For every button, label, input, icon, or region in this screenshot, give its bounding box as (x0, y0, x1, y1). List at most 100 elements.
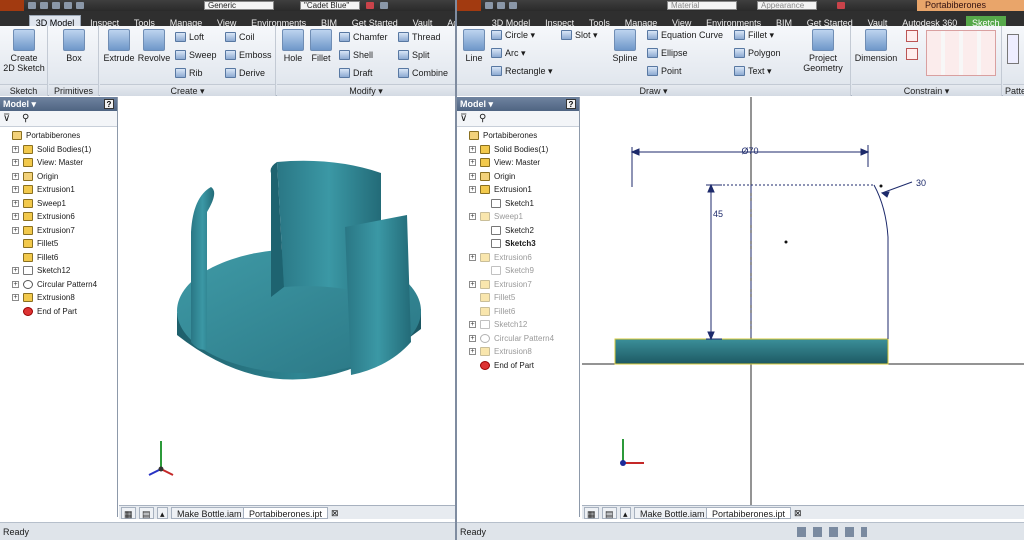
dimension-diameter-label[interactable]: Ø70 (741, 146, 758, 156)
expand-toggle-icon[interactable]: + (12, 294, 19, 301)
tab-bim[interactable]: BIM (770, 16, 798, 26)
show-constraints-icon[interactable] (906, 48, 918, 60)
loft-button[interactable]: Loft (175, 30, 204, 44)
status-tools-icons[interactable] (797, 527, 867, 537)
create-2d-sketch-button[interactable]: Create 2D Sketch (2, 29, 46, 73)
tree-item[interactable]: + Sweep1 (457, 210, 579, 224)
tile-windows-icon[interactable]: ▦ (121, 507, 136, 519)
expand-toggle-icon[interactable]: + (469, 334, 476, 342)
sweep-button[interactable]: Sweep (175, 48, 217, 62)
open-icon[interactable] (40, 2, 48, 9)
inventor-logo-icon[interactable] (457, 0, 481, 11)
tab-vault[interactable]: Vault (407, 16, 439, 26)
doc-tab-portabiberones[interactable]: Portabiberones.ipt (243, 507, 329, 519)
tree-item[interactable]: Sketch2 (457, 224, 579, 238)
point-button[interactable]: Point (647, 64, 682, 78)
spline-button[interactable]: Spline (607, 29, 643, 63)
application-menu[interactable] (0, 11, 26, 26)
tree-item[interactable]: Fillet6 (457, 305, 579, 319)
base-extrusion[interactable] (614, 338, 889, 365)
material-dropdown[interactable]: Generic (204, 1, 274, 10)
tree-item[interactable]: + Circular Pattern4 (457, 332, 579, 346)
document-list-icon[interactable]: ▴ (620, 507, 631, 519)
arc-button[interactable]: Arc ▾ (491, 46, 526, 60)
graphics-window[interactable] (119, 97, 455, 505)
browser-title[interactable]: Model ▾ (460, 99, 493, 109)
appearance-dropdown[interactable]: Appearance (757, 1, 817, 10)
expand-toggle-icon[interactable]: + (469, 145, 476, 153)
doc-tab-portabiberones[interactable]: Portabiberones.ipt (706, 507, 792, 519)
tab-view[interactable]: View (666, 16, 697, 26)
equation-curve-button[interactable]: Equation Curve (647, 28, 723, 42)
modify-panel-label[interactable]: Modify ▾ (277, 84, 455, 96)
tree-item[interactable]: Sketch9 (457, 264, 579, 278)
expand-toggle-icon[interactable]: + (469, 172, 476, 180)
shell-button[interactable]: Shell (339, 48, 373, 62)
tab-vault[interactable]: Vault (862, 16, 894, 26)
tree-item[interactable]: + Origin (457, 170, 579, 184)
tab-get-started[interactable]: Get Started (346, 16, 404, 26)
tab-sketch[interactable]: Sketch (966, 16, 1006, 26)
appearance-dropdown[interactable]: "Cadet Blue" (300, 1, 360, 10)
polygon-button[interactable]: Polygon (734, 46, 781, 60)
help-icon[interactable]: ? (566, 99, 576, 109)
emboss-button[interactable]: Emboss (225, 48, 272, 62)
expand-toggle-icon[interactable]: + (469, 253, 476, 261)
tab-inspect[interactable]: Inspect (84, 16, 125, 26)
cascade-windows-icon[interactable]: ▤ (602, 507, 617, 519)
tree-item[interactable]: + View: Master (457, 156, 579, 170)
tree-item[interactable]: Fillet6 (0, 251, 117, 265)
inventor-logo-icon[interactable] (0, 0, 24, 11)
expand-toggle-icon[interactable]: + (12, 280, 19, 288)
tree-item[interactable]: Portabiberones (0, 129, 117, 143)
tab-tools[interactable]: Tools (583, 16, 616, 26)
tab-tools[interactable]: Tools (128, 16, 161, 26)
tab-get-started[interactable]: Get Started (801, 16, 859, 26)
revolve-button[interactable]: Revolve (136, 29, 172, 63)
ellipse-button[interactable]: Ellipse (647, 46, 688, 60)
clear-appearance-icon[interactable] (380, 2, 388, 9)
expand-toggle-icon[interactable]: + (469, 186, 476, 193)
tab-inspect[interactable]: Inspect (539, 16, 580, 26)
rectangle-button[interactable]: Rectangle ▾ (491, 64, 553, 78)
tree-item[interactable]: + Solid Bodies(1) (0, 143, 117, 157)
tree-item[interactable]: End of Part (0, 305, 117, 319)
chamfer-button[interactable]: Chamfer (339, 30, 388, 44)
tree-item[interactable]: Portabiberones (457, 129, 579, 143)
combine-button[interactable]: Combine (398, 66, 448, 80)
filter-icon[interactable]: ⊽ (3, 113, 10, 124)
expand-toggle-icon[interactable]: + (469, 348, 476, 355)
tree-item[interactable]: + Extrusion7 (0, 224, 117, 238)
expand-toggle-icon[interactable]: + (469, 280, 476, 288)
close-tab-icon[interactable]: ⊠ (792, 507, 804, 519)
browser-title[interactable]: Model ▾ (3, 99, 36, 109)
tree-item[interactable]: + Extrusion1 (457, 183, 579, 197)
tree-item[interactable]: + Solid Bodies(1) (457, 143, 579, 157)
sketch-canvas[interactable]: Ø70 45 30 (582, 97, 1024, 505)
expand-toggle-icon[interactable]: + (469, 213, 476, 220)
derive-button[interactable]: Derive (225, 66, 265, 80)
tree-item[interactable]: Sketch1 (457, 197, 579, 211)
model-part[interactable] (177, 160, 421, 380)
find-icon[interactable]: ⚲ (479, 113, 486, 124)
coil-button[interactable]: Coil (225, 30, 255, 44)
box-button[interactable]: Box (54, 29, 94, 63)
tree-item[interactable]: + Extrusion1 (0, 183, 117, 197)
draw-panel-label[interactable]: Draw ▾ (457, 84, 850, 96)
tree-item[interactable]: + View: Master (0, 156, 117, 170)
tree-item[interactable]: Fillet5 (457, 291, 579, 305)
rib-button[interactable]: Rib (175, 66, 203, 80)
tab-3d-model[interactable]: 3D Model (28, 15, 82, 26)
tab-autodesk-360[interactable]: Autodesk 360 (896, 16, 963, 26)
tree-item[interactable]: + Sweep1 (0, 197, 117, 211)
thread-button[interactable]: Thread (398, 30, 441, 44)
constraint-buttons-grid[interactable] (926, 30, 996, 76)
dimension-radius[interactable] (880, 181, 913, 198)
expand-toggle-icon[interactable]: + (12, 172, 19, 180)
extrude-button[interactable]: Extrude (102, 29, 136, 63)
sketch-profile[interactable] (873, 184, 889, 339)
expand-toggle-icon[interactable]: + (469, 159, 476, 166)
expand-toggle-icon[interactable]: + (12, 267, 19, 274)
tree-item[interactable]: End of Part (457, 359, 579, 373)
project-geometry-button[interactable]: Project Geometry (799, 29, 847, 73)
